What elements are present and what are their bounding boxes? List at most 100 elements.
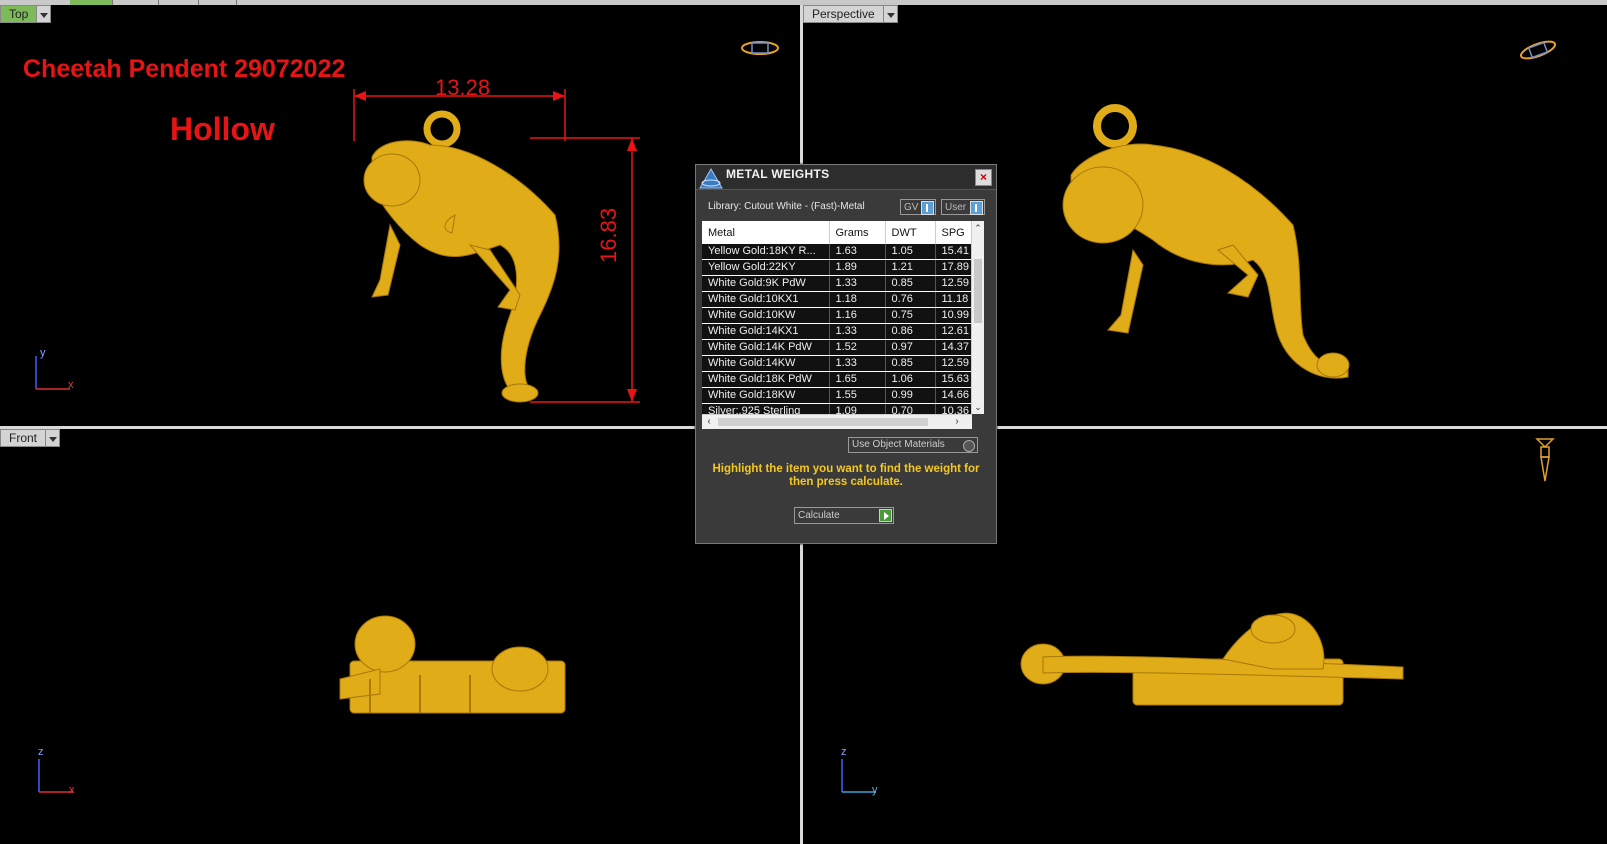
use-object-materials-label: Use Object Materials [852, 439, 945, 450]
metal-weights-table[interactable]: Metal Grams DWT SPG Yellow Gold:18KY R..… [702, 221, 984, 414]
table-row[interactable]: Yellow Gold:22KY 1.89 1.21 17.89 [702, 259, 973, 276]
spg-cell: 14.66 [935, 387, 973, 404]
table-row[interactable]: White Gold:18KW 1.55 0.99 14.66 [702, 387, 973, 404]
scroll-thumb[interactable] [974, 259, 982, 323]
grams-cell: 1.18 [829, 291, 886, 308]
spg-cell: 10.36 [935, 403, 973, 414]
table-row[interactable]: Yellow Gold:18KY R... 1.63 1.05 15.41 [702, 244, 973, 260]
table-row[interactable]: White Gold:18K PdW 1.65 1.06 15.63 [702, 371, 973, 388]
calculate-button[interactable]: Calculate [794, 507, 894, 524]
instruction-text: Highlight the item you want to find the … [712, 463, 980, 488]
grams-cell: 1.16 [829, 307, 886, 324]
horizontal-scrollbar[interactable]: ‹ › [702, 414, 972, 429]
metal-cell: White Gold:14K PdW [702, 339, 830, 356]
camera-orbit-icon[interactable] [740, 37, 780, 64]
grams-cell: 1.55 [829, 387, 886, 404]
metal-cell: Silver:.925 Sterling [702, 403, 830, 414]
table-header-row: Metal Grams DWT SPG [702, 221, 973, 244]
scroll-left-icon[interactable]: ‹ [702, 415, 716, 429]
dwt-cell: 0.70 [885, 403, 936, 414]
axis-y-label: y [872, 784, 878, 796]
spg-cell: 14.37 [935, 339, 973, 356]
toggle-knob-icon [970, 201, 983, 215]
dwt-cell: 0.75 [885, 307, 936, 324]
camera-tripod-icon[interactable] [1533, 435, 1557, 492]
camera-orbit-icon[interactable] [1518, 37, 1558, 68]
spg-cell: 15.41 [935, 244, 973, 260]
metal-cell: White Gold:9K PdW [702, 275, 830, 292]
front-model [339, 615, 566, 714]
grams-cell: 1.63 [829, 244, 886, 260]
column-header-grams[interactable]: Grams [829, 221, 886, 244]
grams-cell: 1.09 [829, 403, 886, 414]
dwt-cell: 0.76 [885, 291, 936, 308]
table-row[interactable]: White Gold:10KW 1.16 0.75 10.99 [702, 307, 973, 324]
dwt-cell: 0.85 [885, 275, 936, 292]
dwt-cell: 0.97 [885, 339, 936, 356]
grams-cell: 1.52 [829, 339, 886, 356]
dwt-cell: 1.21 [885, 259, 936, 276]
table-row[interactable]: White Gold:9K PdW 1.33 0.85 12.59 [702, 275, 973, 292]
scroll-up-icon[interactable]: ⌃ [972, 221, 984, 235]
gv-toggle[interactable]: GV [900, 199, 936, 215]
axis-indicator: z x [33, 746, 93, 814]
user-toggle[interactable]: User [941, 199, 985, 215]
front-viewport[interactable]: Front z x [0, 429, 800, 844]
table-row[interactable]: White Gold:14KX1 1.33 0.86 12.61 [702, 323, 973, 340]
dialog-title: METAL WEIGHTS [726, 167, 830, 181]
close-icon: × [979, 170, 987, 184]
metal-cell: White Gold:18K PdW [702, 371, 830, 388]
metal-cell: White Gold:10KW [702, 307, 830, 324]
metal-cell: White Gold:14KX1 [702, 323, 830, 340]
library-label: Library: Cutout White - (Fast)-Metal [708, 201, 865, 212]
spg-cell: 15.63 [935, 371, 973, 388]
metal-cell: White Gold:10KX1 [702, 291, 830, 308]
axis-z-label: z [841, 746, 847, 758]
user-toggle-label: User [945, 202, 967, 213]
scroll-right-icon[interactable]: › [950, 415, 964, 429]
calculate-label: Calculate [798, 510, 840, 521]
table-row[interactable]: White Gold:10KX1 1.18 0.76 11.18 [702, 291, 973, 308]
metal-cell: White Gold:18KW [702, 387, 830, 404]
axis-z-label: z [38, 746, 44, 758]
grams-cell: 1.33 [829, 323, 886, 340]
spg-cell: 17.89 [935, 259, 973, 276]
metal-cell: Yellow Gold:22KY [702, 259, 830, 276]
spg-cell: 12.59 [935, 275, 973, 292]
spg-cell: 12.61 [935, 323, 973, 340]
column-header-dwt[interactable]: DWT [885, 221, 936, 244]
dwt-cell: 1.05 [885, 244, 936, 260]
spg-cell: 12.59 [935, 355, 973, 372]
dwt-cell: 1.06 [885, 371, 936, 388]
grams-cell: 1.89 [829, 259, 886, 276]
metal-weights-dialog: METAL WEIGHTS × Library: Cutout White - … [695, 164, 997, 544]
dwt-cell: 0.86 [885, 323, 936, 340]
play-arrow-icon [879, 509, 892, 522]
spg-cell: 10.99 [935, 307, 973, 324]
app-logo-icon [698, 167, 724, 191]
grams-cell: 1.33 [829, 275, 886, 292]
axis-x-label: x [68, 379, 74, 391]
table-row[interactable]: Silver:.925 Sterling 1.09 0.70 10.36 [702, 403, 973, 414]
spg-cell: 11.18 [935, 291, 973, 308]
column-header-spg[interactable]: SPG [935, 221, 973, 244]
scroll-thumb[interactable] [718, 418, 928, 426]
axis-y-label: y [40, 347, 46, 359]
use-object-materials-toggle[interactable]: Use Object Materials [848, 437, 978, 453]
dwt-cell: 0.99 [885, 387, 936, 404]
radio-indicator-icon [963, 440, 975, 452]
axis-indicator: y x [30, 347, 90, 411]
column-header-metal[interactable]: Metal [702, 221, 830, 244]
top-viewport[interactable]: Top Cheetah Pendent 29072022 Hollow 13.2… [0, 5, 800, 426]
scroll-down-icon[interactable]: ⌄ [972, 400, 984, 414]
axis-indicator: z y [836, 746, 896, 814]
table-row[interactable]: White Gold:14K PdW 1.52 0.97 14.37 [702, 339, 973, 356]
table-row[interactable]: White Gold:14KW 1.33 0.85 12.59 [702, 355, 973, 372]
dialog-titlebar[interactable]: METAL WEIGHTS × [696, 165, 996, 190]
vertical-scrollbar[interactable]: ⌃ ⌄ [971, 221, 984, 414]
top-view-drawing [353, 89, 640, 403]
grams-cell: 1.33 [829, 355, 886, 372]
gv-toggle-label: GV [904, 202, 919, 213]
close-button[interactable]: × [975, 169, 992, 186]
metal-cell: Yellow Gold:18KY R... [702, 244, 830, 260]
